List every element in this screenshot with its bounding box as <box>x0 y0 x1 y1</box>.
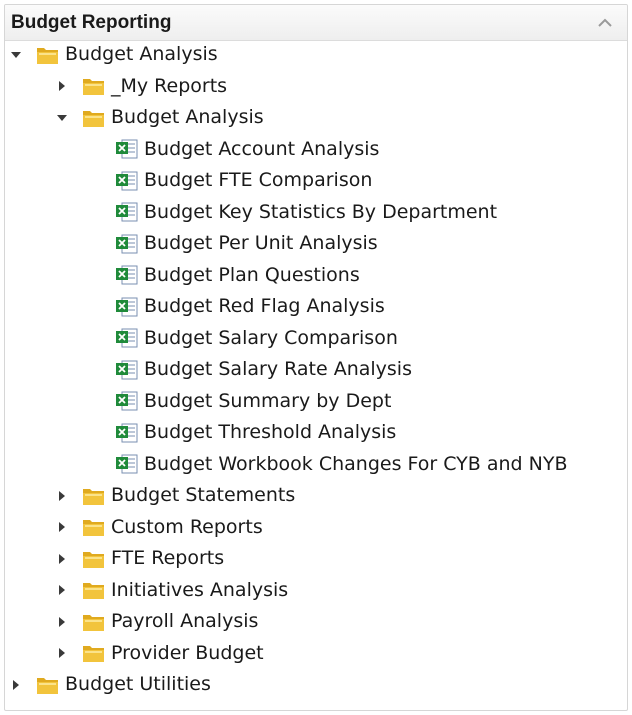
tree-item-label: Provider Budget <box>111 641 264 664</box>
tree-item-label: Payroll Analysis <box>111 610 259 632</box>
tree-folder-my-reports[interactable]: _My Reports <box>55 71 227 102</box>
folder-icon <box>81 75 107 97</box>
tree-folder-custom-reports[interactable]: Custom Reports <box>55 512 263 543</box>
triangle-right-icon[interactable] <box>55 489 69 503</box>
folder-icon <box>81 485 107 507</box>
budget-reporting-panel: Budget Reporting Budget Analysis _My Repo… <box>4 4 628 711</box>
triangle-right-icon[interactable] <box>55 552 69 566</box>
excel-file-icon <box>115 264 139 286</box>
panel-title: Budget Reporting <box>11 11 172 33</box>
excel-file-icon <box>115 170 139 192</box>
tree-item-label: Budget Workbook Changes For CYB and NYB <box>144 452 568 475</box>
tree-item-label: Budget FTE Comparison <box>144 169 373 191</box>
excel-file-icon <box>115 296 139 318</box>
excel-file-icon <box>115 359 139 381</box>
folder-icon <box>35 44 61 66</box>
tree-item-label: Budget Analysis <box>111 106 264 128</box>
tree-report-budget-salary-rate-analysis[interactable]: Budget Salary Rate Analysis <box>115 354 412 385</box>
excel-file-icon <box>115 390 139 412</box>
triangle-right-icon[interactable] <box>55 615 69 629</box>
tree-report-budget-red-flag-analysis[interactable]: Budget Red Flag Analysis <box>115 291 385 322</box>
tree-item-label: Budget Utilities <box>65 673 211 695</box>
excel-file-icon <box>115 233 139 255</box>
folder-icon <box>35 674 61 696</box>
folder-icon <box>81 107 107 129</box>
tree-folder-budget-utilities[interactable]: Budget Utilities <box>9 669 211 700</box>
triangle-right-icon[interactable] <box>55 583 69 597</box>
tree-item-label: Custom Reports <box>111 515 263 538</box>
tree-folder-payroll-analysis[interactable]: Payroll Analysis <box>55 606 258 637</box>
folder-icon <box>81 642 107 664</box>
tree-item-label: _My Reports <box>111 74 228 97</box>
panel-header[interactable]: Budget Reporting <box>5 5 627 41</box>
tree-item-label: Budget Statements <box>111 484 296 506</box>
tree-item-label: Initiatives Analysis <box>111 578 289 601</box>
tree-item-label: Budget Plan Questions <box>144 263 360 286</box>
tree-folder-provider-budget[interactable]: Provider Budget <box>55 638 264 669</box>
excel-file-icon <box>115 422 139 444</box>
tree-item-label: Budget Threshold Analysis <box>144 421 397 443</box>
tree-item-label: Budget Salary Rate Analysis <box>144 358 412 380</box>
tree-folder-budget-analysis[interactable]: Budget Analysis <box>9 39 218 70</box>
tree-report-budget-threshold-analysis[interactable]: Budget Threshold Analysis <box>115 417 396 448</box>
tree-report-budget-account-analysis[interactable]: Budget Account Analysis <box>115 134 379 165</box>
chevron-up-icon <box>598 18 612 27</box>
triangle-down-icon[interactable] <box>9 48 23 62</box>
tree-item-label: FTE Reports <box>111 547 225 569</box>
triangle-down-icon[interactable] <box>55 111 69 125</box>
tree-report-budget-fte-comparison[interactable]: Budget FTE Comparison <box>115 165 372 196</box>
folder-icon <box>81 579 107 601</box>
tree-report-budget-key-statistics-by-department[interactable]: Budget Key Statistics By Department <box>115 197 497 228</box>
tree-item-label: Budget Red Flag Analysis <box>144 295 385 317</box>
tree-item-label: Budget Key Statistics By Department <box>144 200 498 223</box>
tree-item-label: Budget Account Analysis <box>144 137 380 160</box>
folder-icon <box>81 548 107 570</box>
excel-file-icon <box>115 453 139 475</box>
folder-icon <box>81 516 107 538</box>
tree-item-label: Budget Analysis <box>65 43 218 65</box>
triangle-right-icon[interactable] <box>55 646 69 660</box>
excel-file-icon <box>115 327 139 349</box>
tree-folder-fte-reports[interactable]: FTE Reports <box>55 543 224 574</box>
tree-folder-initiatives-analysis[interactable]: Initiatives Analysis <box>55 575 288 606</box>
excel-file-icon <box>115 138 139 160</box>
folder-icon <box>81 611 107 633</box>
triangle-right-icon[interactable] <box>9 678 23 692</box>
tree-folder-budget-statements[interactable]: Budget Statements <box>55 480 295 511</box>
triangle-right-icon[interactable] <box>55 520 69 534</box>
tree-item-label: Budget Salary Comparison <box>144 326 398 349</box>
triangle-right-icon[interactable] <box>55 79 69 93</box>
excel-file-icon <box>115 201 139 223</box>
tree-folder-budget-analysis[interactable]: Budget Analysis <box>55 102 264 133</box>
tree-report-budget-summary-by-dept[interactable]: Budget Summary by Dept <box>115 386 391 417</box>
tree-report-budget-per-unit-analysis[interactable]: Budget Per Unit Analysis <box>115 228 378 259</box>
tree-report-budget-plan-questions[interactable]: Budget Plan Questions <box>115 260 360 291</box>
tree-item-label: Budget Per Unit Analysis <box>144 232 378 254</box>
tree-item-label: Budget Summary by Dept <box>144 389 392 412</box>
collapse-button[interactable] <box>593 11 617 35</box>
tree-report-budget-workbook-changes-for-cyb-and-nyb[interactable]: Budget Workbook Changes For CYB and NYB <box>115 449 568 480</box>
tree-report-budget-salary-comparison[interactable]: Budget Salary Comparison <box>115 323 398 354</box>
